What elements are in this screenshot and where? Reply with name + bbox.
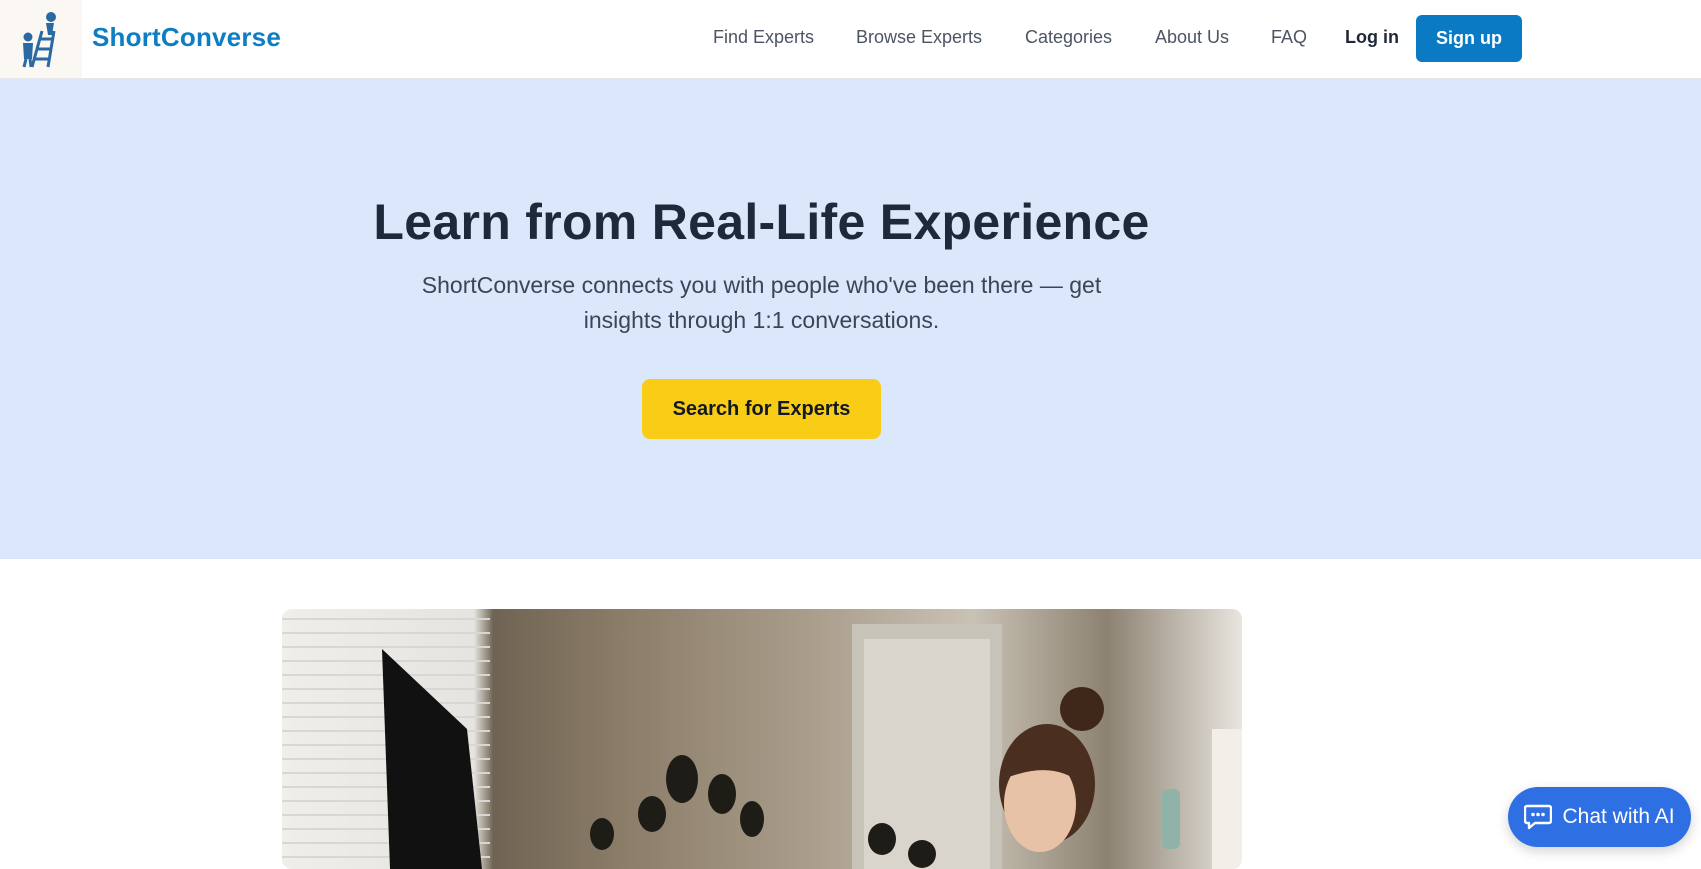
hero-photo [282, 609, 1242, 869]
chat-bubble-icon [1524, 804, 1553, 830]
logo[interactable] [0, 0, 82, 78]
login-link[interactable]: Log in [1345, 27, 1399, 48]
nav-browse-experts[interactable]: Browse Experts [856, 27, 982, 48]
nav-about-us[interactable]: About Us [1155, 27, 1229, 48]
chat-with-ai-button[interactable]: Chat with AI [1508, 787, 1691, 847]
site-header: ShortConverse Find Experts Browse Expert… [0, 0, 1701, 79]
search-experts-button[interactable]: Search for Experts [642, 379, 881, 439]
brand-name[interactable]: ShortConverse [92, 22, 281, 53]
hero-section: Learn from Real-Life Experience ShortCon… [0, 79, 1701, 559]
nav-faq[interactable]: FAQ [1271, 27, 1307, 48]
photo-illustration [282, 618, 1242, 869]
hero-title: Learn from Real-Life Experience [373, 194, 1150, 250]
nav-find-experts[interactable]: Find Experts [713, 27, 814, 48]
signup-button[interactable]: Sign up [1416, 15, 1522, 62]
ladder-climber-icon [22, 12, 56, 68]
hero-subtitle: ShortConverse connects you with people w… [421, 272, 1102, 333]
chat-with-ai-label: Chat with AI [1562, 805, 1675, 828]
nav-categories[interactable]: Categories [1025, 27, 1112, 48]
